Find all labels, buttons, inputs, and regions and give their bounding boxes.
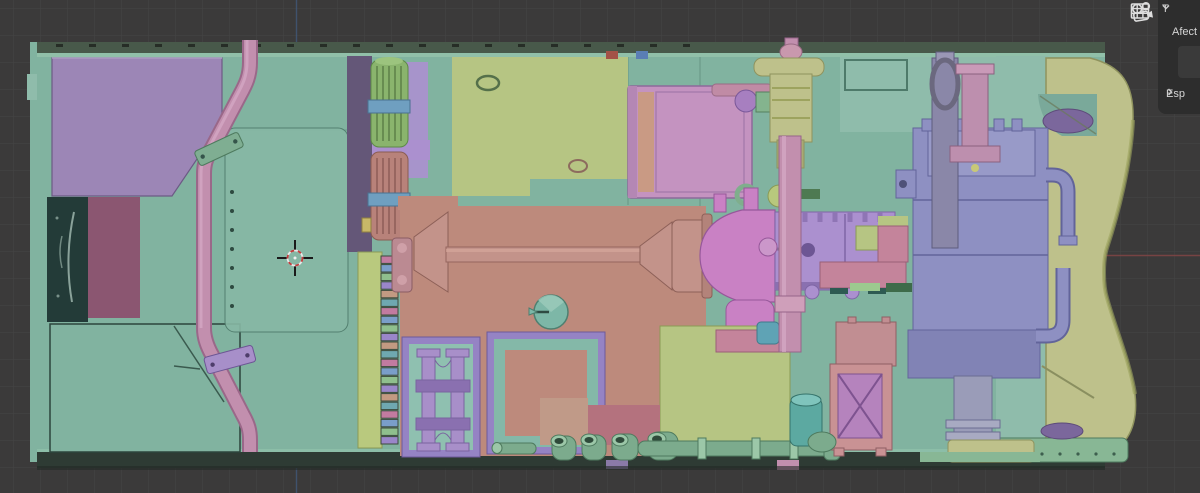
deck-tab-blue: [636, 51, 648, 59]
sidebar-section-header[interactable]: T: [1162, 3, 1200, 15]
x-brace-box: [829, 363, 893, 457]
blender-3d-viewport[interactable]: T Afect Esp: [0, 0, 1200, 493]
chevron-down-icon: [1162, 5, 1170, 10]
hub-bottom: [1040, 422, 1084, 440]
salmon-cabinet: [835, 321, 897, 367]
deck-hatch-panel: [224, 127, 349, 333]
grid-icon[interactable]: [1130, 3, 1156, 56]
pink-hatch-lid[interactable]: [627, 85, 753, 199]
terminal-bar: [357, 251, 383, 449]
chevron-right-icon: [1168, 88, 1173, 96]
deck-tab-red: [606, 51, 618, 59]
sidebar-collapsed-section[interactable]: Esp: [1166, 88, 1185, 100]
blue-junction-box: [756, 321, 780, 345]
floor-hatch-manifold[interactable]: [401, 336, 481, 458]
affect-setting-label[interactable]: Afect: [1172, 26, 1197, 38]
shifter-ball: [758, 237, 778, 257]
sidebar-subpanel: [1178, 46, 1200, 78]
vertical-pink-pipe[interactable]: [774, 135, 806, 353]
sidebar-panel: T Afect Esp: [1158, 0, 1200, 114]
viewport-canvas[interactable]: [0, 0, 1200, 493]
air-filter-green: [367, 57, 411, 148]
green-pipe-stub: [807, 431, 837, 453]
yellow-deck-panel: [452, 57, 628, 179]
hub-top: [1042, 108, 1094, 134]
maroon-box: [88, 197, 140, 318]
